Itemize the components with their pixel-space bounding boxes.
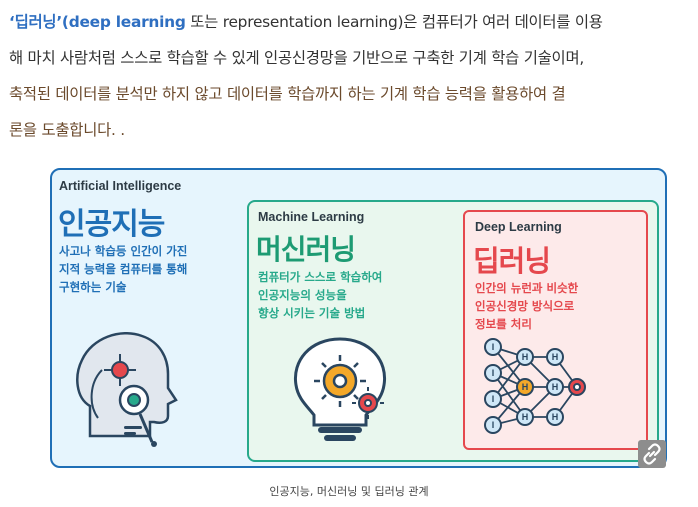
paragraph-line-3: 축적된 데이터를 분석만 하지 않고 데이터를 학습까지 하는 기계 학습 능력… <box>9 85 566 103</box>
hidden-node-label: H <box>552 352 559 362</box>
intro-paragraph: ‘딥러닝’(deep learning 또는 representation le… <box>9 4 694 148</box>
dl-title: 딥러닝 <box>473 244 551 278</box>
ai-desc-line: 사고나 학습등 인간이 가진 <box>59 244 188 258</box>
link-icon <box>643 443 661 465</box>
ml-desc-line: 컴퓨터가 스스로 학습하여 <box>258 270 383 284</box>
paragraph-line-2: 해 마치 사람처럼 스스로 학습할 수 있게 인공신경망을 기반으로 구축한 기… <box>9 49 584 67</box>
dl-desc-line: 인공신경망 방식으로 <box>475 299 575 313</box>
hidden-node-label: H <box>552 412 559 422</box>
robot-head-icon <box>76 332 178 447</box>
dl-english-label: Deep Learning <box>475 220 562 234</box>
paragraph-line-1: ‘딥러닝’(deep learning 또는 representation le… <box>9 4 694 40</box>
dl-desc-line: 정보를 처리 <box>475 317 532 331</box>
ml-title: 머신러닝 <box>256 233 356 266</box>
ai-title: 인공지능 <box>58 207 165 242</box>
ml-desc-line: 향상 시키는 기술 방법 <box>258 306 366 320</box>
ml-desc-line: 인공지능의 성능을 <box>258 288 347 302</box>
input-node-label: I <box>492 394 495 404</box>
input-node-label: I <box>492 368 495 378</box>
ai-ml-dl-diagram: Artificial Intelligence 인공지능 사고나 학습등 인간이… <box>50 168 667 468</box>
hidden-node-label: H <box>522 352 529 362</box>
lead-term: ‘딥러닝’(deep learning <box>9 13 186 31</box>
dl-description: 인간의 뉴런과 비슷한 인공신경망 방식으로 정보를 처리 <box>475 279 635 333</box>
hidden-node-label: H <box>522 412 529 422</box>
line1-text: 또는 representation learning)은 컴퓨터가 여러 데이터… <box>185 13 603 31</box>
hidden-node-label: H <box>552 382 559 392</box>
input-node-label: I <box>492 342 495 352</box>
ai-desc-line: 지적 능력을 컴퓨터를 통해 <box>59 262 188 276</box>
ai-description: 사고나 학습등 인간이 가진 지적 능력을 컴퓨터를 통해 구현하는 기술 <box>59 242 229 296</box>
ai-desc-line: 구현하는 기술 <box>59 280 127 294</box>
hidden-node-label: H <box>522 382 529 392</box>
lightbulb-gears-icon <box>293 337 387 441</box>
ml-description: 컴퓨터가 스스로 학습하여 인공지능의 성능을 향상 시키는 기술 방법 <box>258 268 428 322</box>
image-link-button[interactable] <box>638 440 666 468</box>
input-node-label: I <box>492 420 495 430</box>
paragraph-line-4: 론을 도출합니다. . <box>9 121 125 139</box>
ml-english-label: Machine Learning <box>258 210 365 224</box>
dl-desc-line: 인간의 뉴런과 비슷한 <box>475 281 579 295</box>
ai-english-label: Artificial Intelligence <box>59 179 182 193</box>
neural-network-icon: I I I I H H H H H H <box>484 338 586 434</box>
figure-caption: 인공지능, 머신러닝 및 딥러닝 관계 <box>269 485 429 498</box>
